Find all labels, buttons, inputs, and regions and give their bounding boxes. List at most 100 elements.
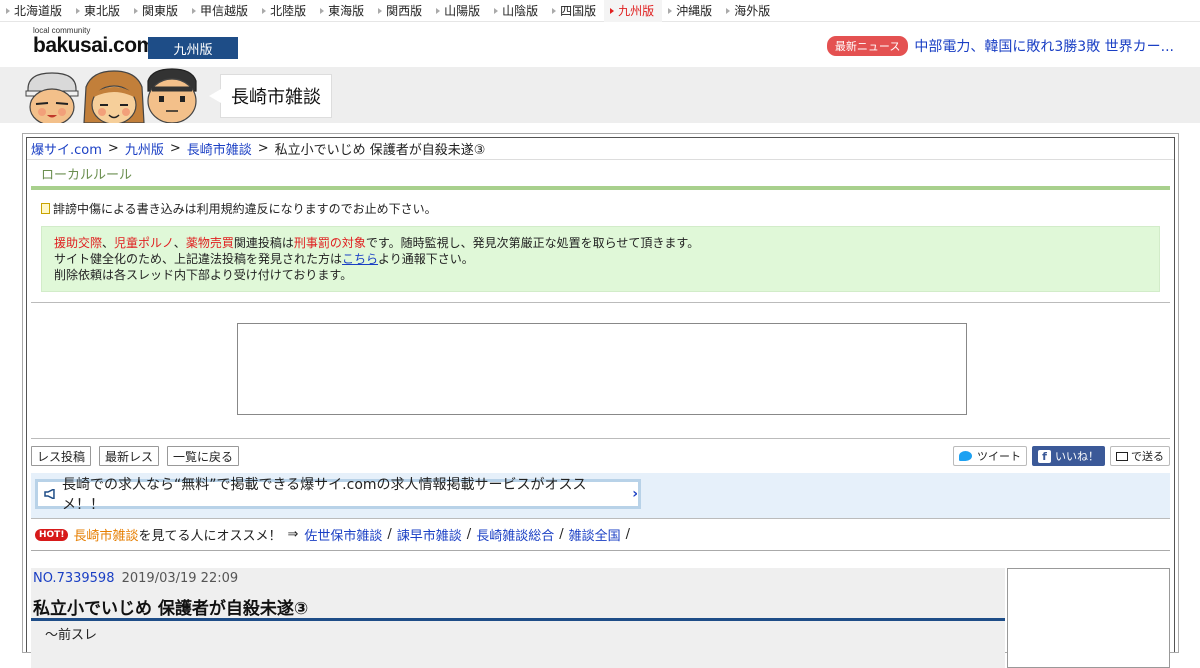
news-headline-link[interactable]: 中部電力、韓国に敗れ3勝3敗 世界カー...: [914, 36, 1174, 56]
triangle-bullet-icon: [610, 7, 615, 14]
defamation-warning: 誹謗中傷による書き込みは利用規約違反になりますのでお止め下さい。: [31, 198, 1170, 218]
news-badge: 最新ニュース: [826, 36, 909, 56]
region-tab[interactable]: 山陽版: [430, 0, 488, 22]
promo-text: 長崎での求人なら“無料”で掲載できる爆サイ.comの求人情報掲載サービスがオスス…: [61, 477, 587, 513]
board-banner: 長崎市雑談: [0, 67, 1200, 123]
thread-number[interactable]: NO.7339598: [33, 571, 114, 586]
region-tab-label: 山陰版: [502, 4, 539, 18]
notice-sep: 、: [102, 236, 115, 250]
logo-text: bakusai.com: [33, 34, 155, 57]
facebook-like-button[interactable]: f いいね！: [1032, 446, 1105, 466]
ad-placeholder[interactable]: [237, 323, 967, 415]
region-tab-label: 東海版: [328, 4, 365, 18]
recommended-board-link[interactable]: 長崎雑談総合: [476, 525, 554, 544]
latest-news[interactable]: 最新ニュース 中部電力、韓国に敗れ3勝3敗 世界カー...: [826, 36, 1174, 56]
ad-area: [31, 303, 1170, 439]
like-label: いいね！: [1055, 450, 1099, 463]
thread-header: NO.7339598 2019/03/19 22:09 私立小でいじめ 保護者が…: [31, 568, 1005, 668]
region-tab[interactable]: 九州版: [604, 0, 663, 22]
region-tab-label: 関東版: [142, 4, 179, 18]
thread-date: 2019/03/19 22:09: [121, 571, 239, 586]
latest-replies-button[interactable]: 最新レス: [99, 446, 160, 466]
hot-badge: HOT!: [35, 528, 69, 541]
triangle-bullet-icon: [134, 7, 139, 14]
breadcrumb-separator: >: [169, 141, 181, 156]
thread-meta: NO.7339598 2019/03/19 22:09: [33, 571, 238, 586]
triangle-bullet-icon: [320, 7, 325, 14]
thread-body-preview: ～前スレ: [45, 628, 98, 643]
notice-text: より通報下さい。: [378, 252, 474, 266]
triangle-bullet-icon: [192, 7, 197, 14]
current-board-link[interactable]: 長崎市雑談: [73, 525, 138, 544]
document-icon: [41, 202, 50, 214]
region-tab-label: 山陽版: [444, 4, 481, 18]
region-tab[interactable]: 関西版: [372, 0, 430, 22]
recommended-board-link[interactable]: 佐世保市雑談: [304, 525, 382, 544]
breadcrumb: 爆サイ.com > 九州版 > 長崎市雑談 > 私立小でいじめ 保護者が自殺未遂…: [27, 138, 1174, 160]
region-tab-label: 関西版: [386, 4, 423, 18]
region-tab[interactable]: 東海版: [314, 0, 372, 22]
region-tab[interactable]: 沖縄版: [662, 0, 720, 22]
region-tab-label: 沖縄版: [676, 4, 713, 18]
warning-text: 誹謗中傷による書き込みは利用規約違反になりますのでお止め下さい。: [53, 201, 437, 216]
breadcrumb-home[interactable]: 爆サイ.com: [31, 139, 102, 158]
site-logo[interactable]: local community bakusai.com: [33, 26, 155, 62]
title-underline: [31, 618, 1005, 621]
breadcrumb-board[interactable]: 長崎市雑談: [187, 139, 252, 158]
notice-text: 関連投稿は: [233, 236, 294, 250]
job-ad-promo-link[interactable]: 長崎での求人なら“無料”で掲載できる爆サイ.comの求人情報掲載サービスがオスス…: [35, 477, 641, 513]
region-tab[interactable]: 甲信越版: [186, 0, 256, 22]
slash-separator: /: [625, 527, 630, 542]
notice-text: サイト健全化のため、上記違法投稿を発見された方は: [54, 252, 343, 266]
post-reply-button[interactable]: レス投稿: [31, 446, 92, 466]
triangle-bullet-icon: [494, 7, 499, 14]
region-tab-label: 甲信越版: [200, 4, 249, 18]
red-term: 薬物売買: [185, 236, 234, 250]
region-tab[interactable]: 海外版: [720, 0, 778, 22]
breadcrumb-edition[interactable]: 九州版: [125, 139, 164, 158]
region-tab[interactable]: 東北版: [70, 0, 128, 22]
edition-badge[interactable]: 九州版: [148, 37, 238, 59]
recommend-text: を見てる人にオススメ！: [138, 529, 282, 544]
region-tab[interactable]: 北陸版: [256, 0, 314, 22]
send-label: で送る: [1131, 450, 1164, 463]
site-header: local community bakusai.com 九州版 最新ニュース 中…: [0, 22, 1200, 67]
triangle-bullet-icon: [436, 7, 441, 14]
sidebar-ad-box[interactable]: [1007, 568, 1170, 668]
tweet-label: ツイート: [977, 450, 1021, 463]
slash-separator: /: [387, 527, 392, 542]
share-buttons: ツイート f いいね！ で送る: [948, 446, 1170, 466]
megaphone-icon: [44, 489, 55, 499]
red-term: 刑事罰の対象: [293, 236, 366, 250]
send-button[interactable]: で送る: [1110, 446, 1170, 466]
thread-action-bar: レス投稿 最新レス 一覧に戻る ツイート f いいね！ で送る: [31, 439, 1170, 473]
triangle-bullet-icon: [378, 7, 383, 14]
twitter-bird-icon: [959, 451, 972, 461]
promo-strip: 長崎での求人なら“無料”で掲載できる爆サイ.comの求人情報掲載サービスがオスス…: [31, 473, 1170, 519]
slash-separator: /: [466, 527, 472, 542]
thread-title: 私立小でいじめ 保護者が自殺未遂③: [33, 599, 309, 619]
chevron-right-icon: ›: [632, 486, 638, 502]
region-tab-label: 四国版: [560, 4, 597, 18]
region-tab[interactable]: 山陰版: [488, 0, 546, 22]
recommended-board-link[interactable]: 雑談全国: [569, 525, 621, 544]
back-to-list-button[interactable]: 一覧に戻る: [167, 446, 240, 466]
breadcrumb-separator: >: [257, 141, 269, 156]
region-tab[interactable]: 関東版: [128, 0, 186, 22]
recommended-board-link[interactable]: 諫早市雑談: [397, 525, 462, 544]
region-tab[interactable]: 北海道版: [0, 0, 70, 22]
board-name-bubble: 長崎市雑談: [209, 74, 332, 118]
report-link[interactable]: こちら: [342, 252, 378, 266]
triangle-bullet-icon: [726, 7, 731, 14]
region-tab[interactable]: 四国版: [546, 0, 604, 22]
region-tab-label: 九州版: [618, 4, 655, 18]
illegal-content-notice: 援助交際、児童ポルノ、薬物売買関連投稿は刑事罰の対象です。随時監視し、発見次第厳…: [41, 226, 1160, 292]
region-tab-label: 海外版: [734, 4, 771, 18]
notice-line-1: 援助交際、児童ポルノ、薬物売買関連投稿は刑事罰の対象です。随時監視し、発見次第厳…: [54, 235, 1147, 251]
facebook-icon: f: [1038, 449, 1051, 463]
tweet-button[interactable]: ツイート: [953, 446, 1027, 466]
main-content-frame: 爆サイ.com > 九州版 > 長崎市雑談 > 私立小でいじめ 保護者が自殺未遂…: [22, 133, 1179, 668]
red-term: 援助交際: [54, 236, 103, 250]
region-tab-label: 北陸版: [270, 4, 307, 18]
slash-separator: /: [559, 527, 564, 542]
